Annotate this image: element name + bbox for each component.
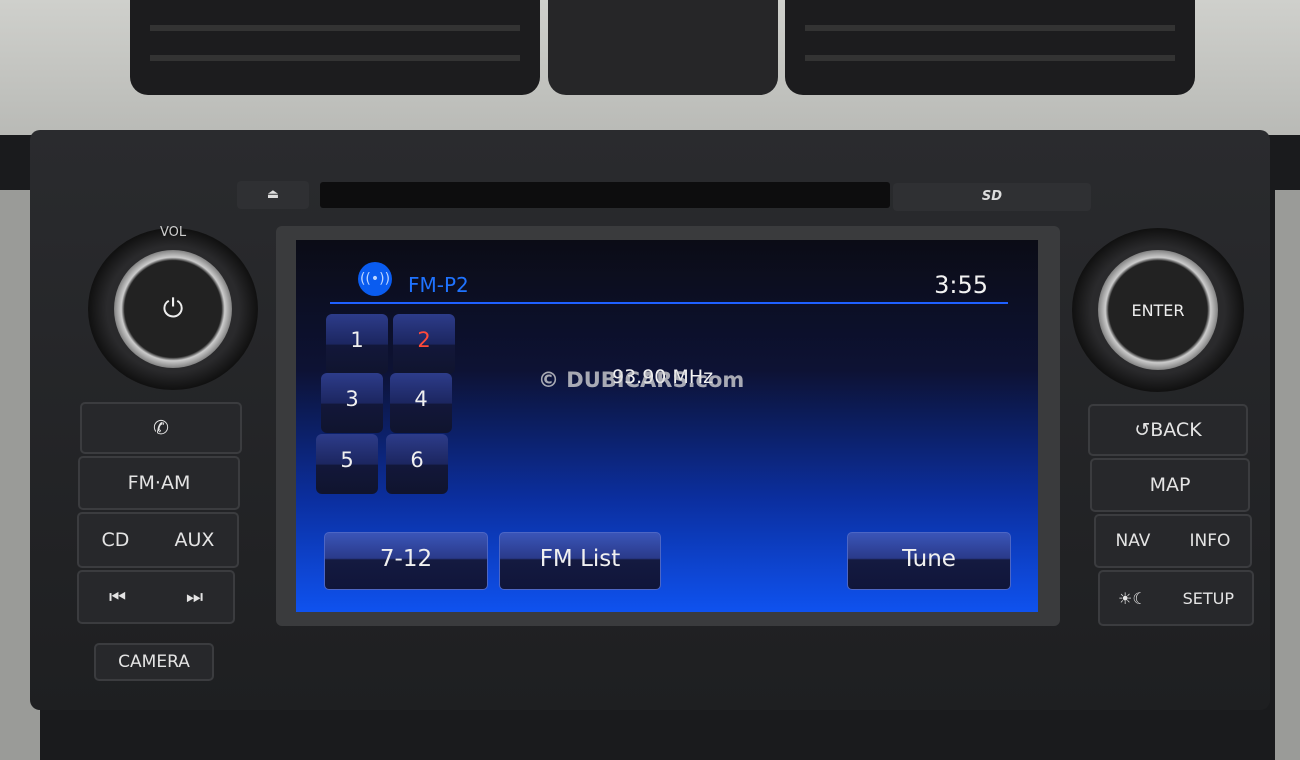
radio-signal-icon: ((•)) <box>358 262 392 296</box>
back-button[interactable]: ↺BACK <box>1088 404 1248 456</box>
tune-button[interactable]: Tune <box>847 532 1011 590</box>
back-arrow-icon: ↺ <box>1134 419 1151 441</box>
band-label: FM-P2 <box>408 273 469 297</box>
eject-button[interactable]: ⏏ <box>237 181 309 209</box>
preset-1[interactable]: 1 <box>326 314 388 374</box>
header-divider <box>330 302 1008 304</box>
preset-4[interactable]: 4 <box>390 373 452 433</box>
nav-button[interactable]: NAV <box>1116 531 1151 551</box>
fm-list-button[interactable]: FM List <box>499 532 661 590</box>
setup-buttons: ☀☾ SETUP <box>1098 570 1254 626</box>
camera-button[interactable]: CAMERA <box>94 643 214 681</box>
preset-2[interactable]: 2 <box>393 314 455 374</box>
cd-slot <box>320 182 890 208</box>
hazard-panel <box>548 0 778 95</box>
eject-icon: ⏏ <box>266 187 280 202</box>
volume-knob[interactable]: ⏻ <box>88 228 258 390</box>
back-label: ↺BACK <box>1134 419 1201 441</box>
back-text: BACK <box>1150 419 1202 441</box>
map-label: MAP <box>1149 474 1191 496</box>
aux-button[interactable]: AUX <box>175 529 215 551</box>
touchscreen: ((•)) FM-P2 3:55 1 2 3 4 5 6 93.90 MHz 7… <box>296 240 1038 612</box>
power-icon: ⏻ <box>162 293 184 324</box>
presets-7-12-button[interactable]: 7-12 <box>324 532 488 590</box>
air-vent-right <box>785 0 1195 95</box>
skip-forward-icon[interactable]: ⏭ <box>186 586 203 608</box>
fm-am-label: FM·AM <box>127 472 191 494</box>
sd-slot[interactable]: SD <box>893 183 1091 211</box>
phone-button[interactable]: ✆ <box>80 402 242 454</box>
clock: 3:55 <box>934 271 988 299</box>
side-trim-right <box>1275 190 1300 760</box>
air-vent-left <box>130 0 540 95</box>
watermark: © DUBICARS.com <box>538 368 745 392</box>
cd-button[interactable]: CD <box>102 529 130 551</box>
skip-back-icon[interactable]: ⏮ <box>109 586 126 608</box>
fm-am-button[interactable]: FM·AM <box>78 456 240 510</box>
phone-icon: ✆ <box>153 417 169 439</box>
day-night-icon[interactable]: ☀☾ <box>1118 589 1147 608</box>
map-button[interactable]: MAP <box>1090 458 1250 512</box>
preset-5[interactable]: 5 <box>316 434 378 494</box>
camera-label: CAMERA <box>118 652 190 672</box>
cd-aux-buttons: CD AUX <box>77 512 239 568</box>
vol-label: VOL <box>160 225 187 240</box>
nav-info-buttons: NAV INFO <box>1094 514 1252 568</box>
preset-3[interactable]: 3 <box>321 373 383 433</box>
track-buttons: ⏮ ⏭ <box>77 570 235 624</box>
info-button[interactable]: INFO <box>1190 531 1231 551</box>
enter-knob[interactable]: ENTER <box>1072 228 1244 392</box>
enter-label: ENTER <box>1131 300 1185 320</box>
setup-button[interactable]: SETUP <box>1183 589 1234 608</box>
preset-6[interactable]: 6 <box>386 434 448 494</box>
